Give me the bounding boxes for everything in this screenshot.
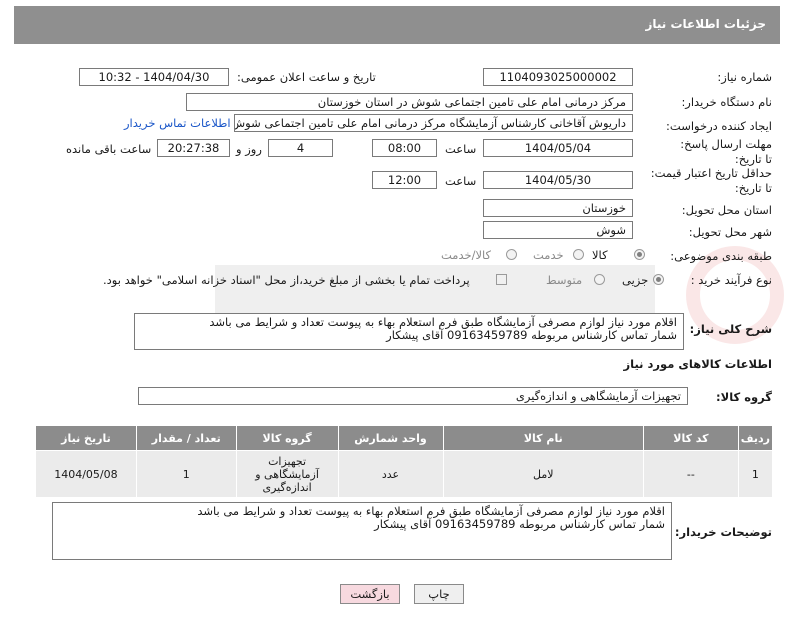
category-label: طبقه بندی موضوعی: (670, 249, 772, 263)
col-row: ردیف (737, 425, 774, 451)
remaining-time-field: 20:27:38 (157, 139, 230, 157)
price-time-field: 12:00 (372, 171, 437, 189)
page-title: جزئیات اطلاعات نیاز (645, 17, 766, 31)
process-label: نوع فرآیند خرید : (690, 273, 772, 287)
page-header: جزئیات اطلاعات نیاز (14, 6, 780, 44)
reply-time-field: 08:00 (372, 139, 437, 157)
buyer-org-field: مرکز درمانی امام علی تامین اجتماعی شوش د… (186, 93, 633, 111)
reply-date-field: 1404/05/04 (483, 139, 633, 157)
back-button[interactable]: بازگشت (340, 584, 400, 604)
category-radio-goods[interactable] (634, 249, 645, 260)
remaining-days-field: 4 (268, 139, 333, 157)
buyer-notes-label: توضیحات خریدار: (674, 525, 772, 539)
col-unit: واحد شمارش (337, 425, 444, 451)
cell-qty: 1 (135, 450, 237, 498)
category-goods-service-label: کالا/خدمت (441, 248, 492, 262)
description-textarea[interactable]: اقلام مورد نیاز لوازم مصرفی آزمایشگاه طب… (134, 313, 684, 350)
price-time-label: ساعت (445, 174, 477, 188)
col-group: گروه کالا (235, 425, 339, 451)
requester-field: داریوش آقاخانی کارشناس آزمایشگاه مرکز در… (234, 114, 633, 132)
cell-unit: عدد (337, 450, 444, 498)
goods-info-title: اطلاعات کالاهای مورد نیاز (623, 357, 772, 371)
announce-field: 1404/04/30 - 10:32 (79, 68, 229, 86)
requester-label: ایجاد کننده درخواست: (666, 119, 772, 133)
category-radio-goods-service[interactable] (506, 249, 517, 260)
process-radio-minor[interactable] (653, 274, 664, 285)
price-date-field: 1404/05/30 (483, 171, 633, 189)
buyer-contact-link[interactable]: اطلاعات تماس خریدار (124, 116, 231, 130)
cell-code: -- (643, 450, 739, 498)
goods-table: ردیف کد کالا نام کالا واحد شمارش گروه کا… (35, 425, 774, 498)
process-radio-medium[interactable] (594, 274, 605, 285)
description-label: شرح کلی نیاز: (689, 322, 772, 336)
need-number-field: 1104093025000002 (483, 68, 633, 86)
goods-table-header: ردیف کد کالا نام کالا واحد شمارش گروه کا… (35, 425, 774, 451)
need-number-label: شماره نیاز: (717, 70, 772, 84)
print-button[interactable]: چاپ (414, 584, 464, 604)
cell-name: لامل (442, 450, 645, 498)
remaining-time-label: ساعت باقی مانده (66, 142, 152, 156)
col-name: نام کالا (442, 425, 645, 451)
city-label: شهر محل تحویل: (688, 225, 772, 239)
treasury-payment-checkbox[interactable] (496, 274, 507, 285)
col-code: کد کالا (643, 425, 739, 451)
category-goods-label: کالا (592, 248, 608, 262)
buyer-notes-textarea[interactable]: اقلام مورد نیاز لوازم مصرفی آزمایشگاه طب… (52, 502, 672, 560)
cell-row: 1 (737, 450, 774, 498)
col-qty: تعداد / مقدار (135, 425, 237, 451)
buyer-org-label: نام دستگاه خریدار: (681, 95, 772, 109)
cell-group: تجهیزات آزمایشگاهی و اندازه‌گیری (235, 450, 339, 498)
announce-label: تاریخ و ساعت اعلان عمومی: (237, 70, 376, 84)
cell-date: 1404/05/08 (35, 450, 137, 498)
city-field: شوش (483, 221, 633, 239)
days-label: روز و (236, 142, 262, 156)
province-label: استان محل تحویل: (681, 203, 772, 217)
province-field: خوزستان (483, 199, 633, 217)
process-minor-label: جزیی (622, 273, 649, 287)
goods-group-label: گروه کالا: (716, 390, 772, 404)
col-date: تاریخ نیاز (35, 425, 137, 451)
price-deadline-label: حداقل تاریخ اعتبار قیمت: تا تاریخ: (650, 166, 772, 195)
treasury-payment-note: پرداخت تمام یا بخشی از مبلغ خرید،از محل … (103, 273, 470, 287)
reply-time-label: ساعت (445, 142, 477, 156)
table-row: 1 -- لامل عدد تجهیزات آزمایشگاهی و انداز… (35, 450, 774, 498)
process-medium-label: متوسط (546, 273, 583, 287)
category-radio-service[interactable] (573, 249, 584, 260)
category-service-label: خدمت (533, 248, 564, 262)
goods-group-field: تجهیزات آزمایشگاهی و اندازه‌گیری (138, 387, 688, 405)
reply-deadline-label: مهلت ارسال پاسخ: تا تاریخ: (680, 137, 772, 166)
